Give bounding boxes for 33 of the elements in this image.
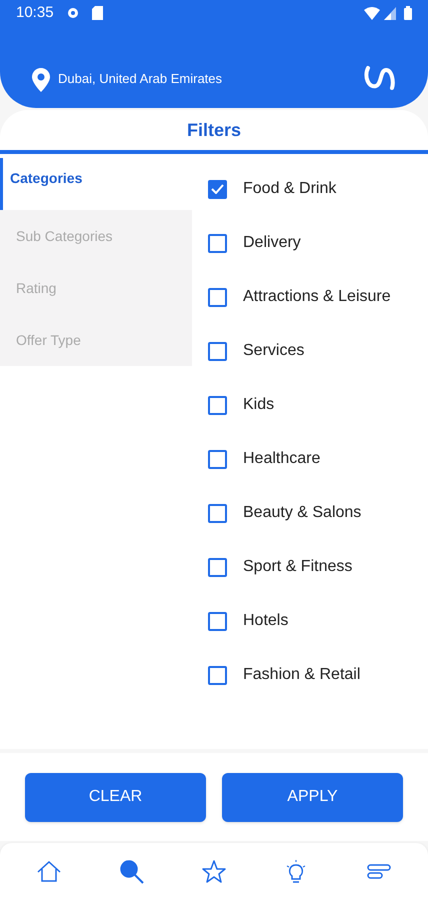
checkbox[interactable] bbox=[208, 666, 227, 684]
checkbox[interactable] bbox=[208, 396, 227, 414]
location-pin-icon bbox=[32, 68, 50, 92]
logo-icon bbox=[364, 64, 396, 92]
filters-title: Filters bbox=[186, 118, 242, 142]
option-label: Fashion & Retail bbox=[243, 665, 360, 685]
checkbox[interactable] bbox=[208, 288, 227, 306]
location-text: Dubai, United Arab Emirates bbox=[58, 70, 222, 88]
sd-card-icon bbox=[92, 6, 103, 20]
option-label: Delivery bbox=[243, 233, 301, 253]
option-label: Beauty & Salons bbox=[243, 503, 362, 523]
signal-icon bbox=[384, 6, 396, 20]
checkbox[interactable] bbox=[208, 558, 227, 576]
option-label: Kids bbox=[243, 395, 274, 415]
status-time: 10:35 bbox=[16, 2, 54, 23]
checkbox[interactable] bbox=[208, 180, 227, 198]
checkbox[interactable] bbox=[208, 612, 227, 630]
action-button[interactable]: CLEAR bbox=[25, 772, 206, 822]
action-button[interactable]: APPLY bbox=[222, 772, 403, 822]
option-label: Healthcare bbox=[243, 449, 320, 469]
option-label: Sport & Fitness bbox=[243, 557, 352, 577]
checkbox[interactable] bbox=[208, 504, 227, 522]
option-label: Services bbox=[243, 341, 304, 361]
battery-icon bbox=[404, 6, 412, 20]
option-label: Food & Drink bbox=[243, 179, 336, 199]
option-label: Attractions & Leisure bbox=[243, 287, 391, 307]
checkbox[interactable] bbox=[208, 234, 227, 252]
checkmark-icon bbox=[211, 184, 224, 194]
wifi-icon bbox=[364, 6, 380, 20]
settings-icon bbox=[66, 6, 80, 20]
checkbox[interactable] bbox=[208, 342, 227, 360]
option-label: Hotels bbox=[243, 611, 288, 631]
checkbox[interactable] bbox=[208, 450, 227, 468]
